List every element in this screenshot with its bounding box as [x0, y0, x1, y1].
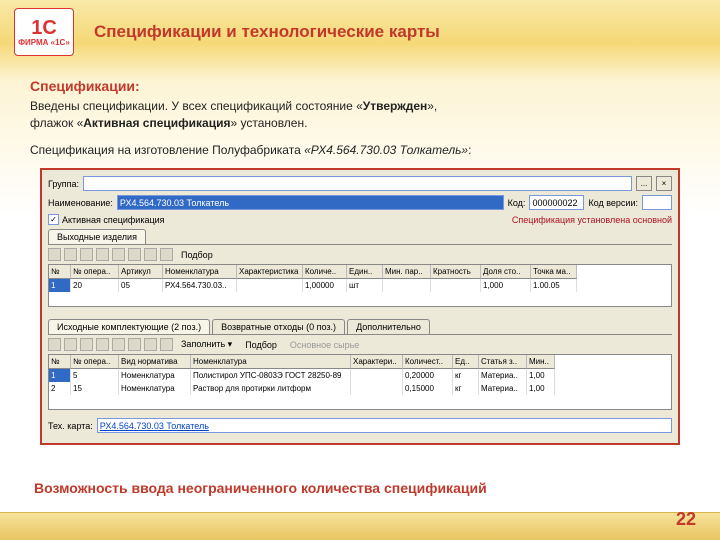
group-select-button[interactable]: ...	[636, 176, 652, 191]
tab-extra[interactable]: Дополнительно	[347, 319, 430, 334]
check-icon: ✓	[48, 214, 59, 225]
pick-button-2[interactable]: Подбор	[240, 339, 282, 351]
tabs-components: Исходные комплектующие (2 поз.) Возвратн…	[48, 319, 672, 335]
copy-icon[interactable]	[64, 338, 77, 351]
delete-icon[interactable]	[96, 338, 109, 351]
tab-output-products[interactable]: Выходные изделия	[48, 229, 146, 244]
logo-text-small: ФИРМА «1С»	[18, 38, 70, 47]
table-components-header: № № опера.. Вид норматива Номенклатура Х…	[49, 355, 671, 369]
sort-asc-icon[interactable]	[144, 248, 157, 261]
para-2: Спецификация на изготовление Полуфабрика…	[30, 142, 690, 159]
group-clear-button[interactable]: ×	[656, 176, 672, 191]
up-icon[interactable]	[112, 338, 125, 351]
sort-desc-icon[interactable]	[160, 248, 173, 261]
active-checkbox-label: Активная спецификация	[62, 215, 165, 225]
tab-components[interactable]: Исходные комплектующие (2 поз.)	[48, 319, 210, 334]
toolbar-2: Заполнить ▾ Подбор Основное сырье	[48, 335, 672, 354]
down-icon[interactable]	[128, 248, 141, 261]
ver-label: Код версии:	[588, 198, 638, 208]
status-text: Спецификация установлена основной	[512, 215, 672, 225]
tab-returns[interactable]: Возвратные отходы (0 поз.)	[212, 319, 345, 334]
tehkarta-link[interactable]: РХ4.564.730.03 Толкатель	[100, 421, 209, 431]
fill-button[interactable]: Заполнить ▾	[176, 338, 237, 351]
table-output-header: № № опера.. Артикул Номенклатура Характе…	[49, 265, 671, 279]
tabs-output: Выходные изделия	[48, 229, 672, 245]
delete-icon[interactable]	[96, 248, 109, 261]
table-row[interactable]: 1 5 Номенклатура Полистирол УПС-0803Э ГО…	[49, 369, 671, 382]
tehkarta-label: Тех. карта:	[48, 421, 93, 431]
content-area: Спецификации: Введены спецификации. У вс…	[30, 78, 690, 445]
group-field[interactable]	[83, 176, 632, 191]
ver-field[interactable]	[642, 195, 672, 210]
name-field[interactable]: РХ4.564.730.03 Толкатель	[117, 195, 504, 210]
bottom-bar	[0, 512, 720, 540]
spec-header: Спецификации:	[30, 78, 690, 94]
group-label: Группа:	[48, 179, 79, 189]
footer-note: Возможность ввода неограниченного количе…	[34, 480, 487, 496]
toolbar-1: Подбор	[48, 245, 672, 264]
down-icon[interactable]	[128, 338, 141, 351]
table-row[interactable]: 2 15 Номенклатура Раствор для протирки л…	[49, 382, 671, 395]
name-label: Наименование:	[48, 198, 113, 208]
logo-text-big: 1С	[31, 18, 57, 38]
up-icon[interactable]	[112, 248, 125, 261]
sort-asc-icon[interactable]	[144, 338, 157, 351]
edit-icon[interactable]	[80, 248, 93, 261]
raw-button[interactable]: Основное сырье	[285, 339, 364, 351]
page-title: Спецификации и технологические карты	[94, 22, 440, 42]
para-1: Введены спецификации. У всех спецификаци…	[30, 98, 690, 132]
code-field[interactable]: 000000022	[529, 195, 584, 210]
table-row[interactable]: 1 20 05 РХ4.564.730.03.. 1,00000 шт 1,00…	[49, 279, 671, 292]
add-icon[interactable]	[48, 248, 61, 261]
code-label: Код:	[508, 198, 526, 208]
page-number: 22	[676, 509, 696, 530]
logo-1c: 1С ФИРМА «1С»	[14, 8, 74, 56]
edit-icon[interactable]	[80, 338, 93, 351]
copy-icon[interactable]	[64, 248, 77, 261]
pick-button-1[interactable]: Подбор	[176, 249, 218, 261]
add-icon[interactable]	[48, 338, 61, 351]
sort-desc-icon[interactable]	[160, 338, 173, 351]
spec-window: Группа: ... × Наименование: РХ4.564.730.…	[40, 168, 680, 445]
table-output: № № опера.. Артикул Номенклатура Характе…	[48, 264, 672, 307]
table-components: № № опера.. Вид норматива Номенклатура Х…	[48, 354, 672, 410]
active-checkbox[interactable]: ✓ Активная спецификация	[48, 214, 165, 225]
tehkarta-field[interactable]: РХ4.564.730.03 Толкатель	[97, 418, 672, 433]
